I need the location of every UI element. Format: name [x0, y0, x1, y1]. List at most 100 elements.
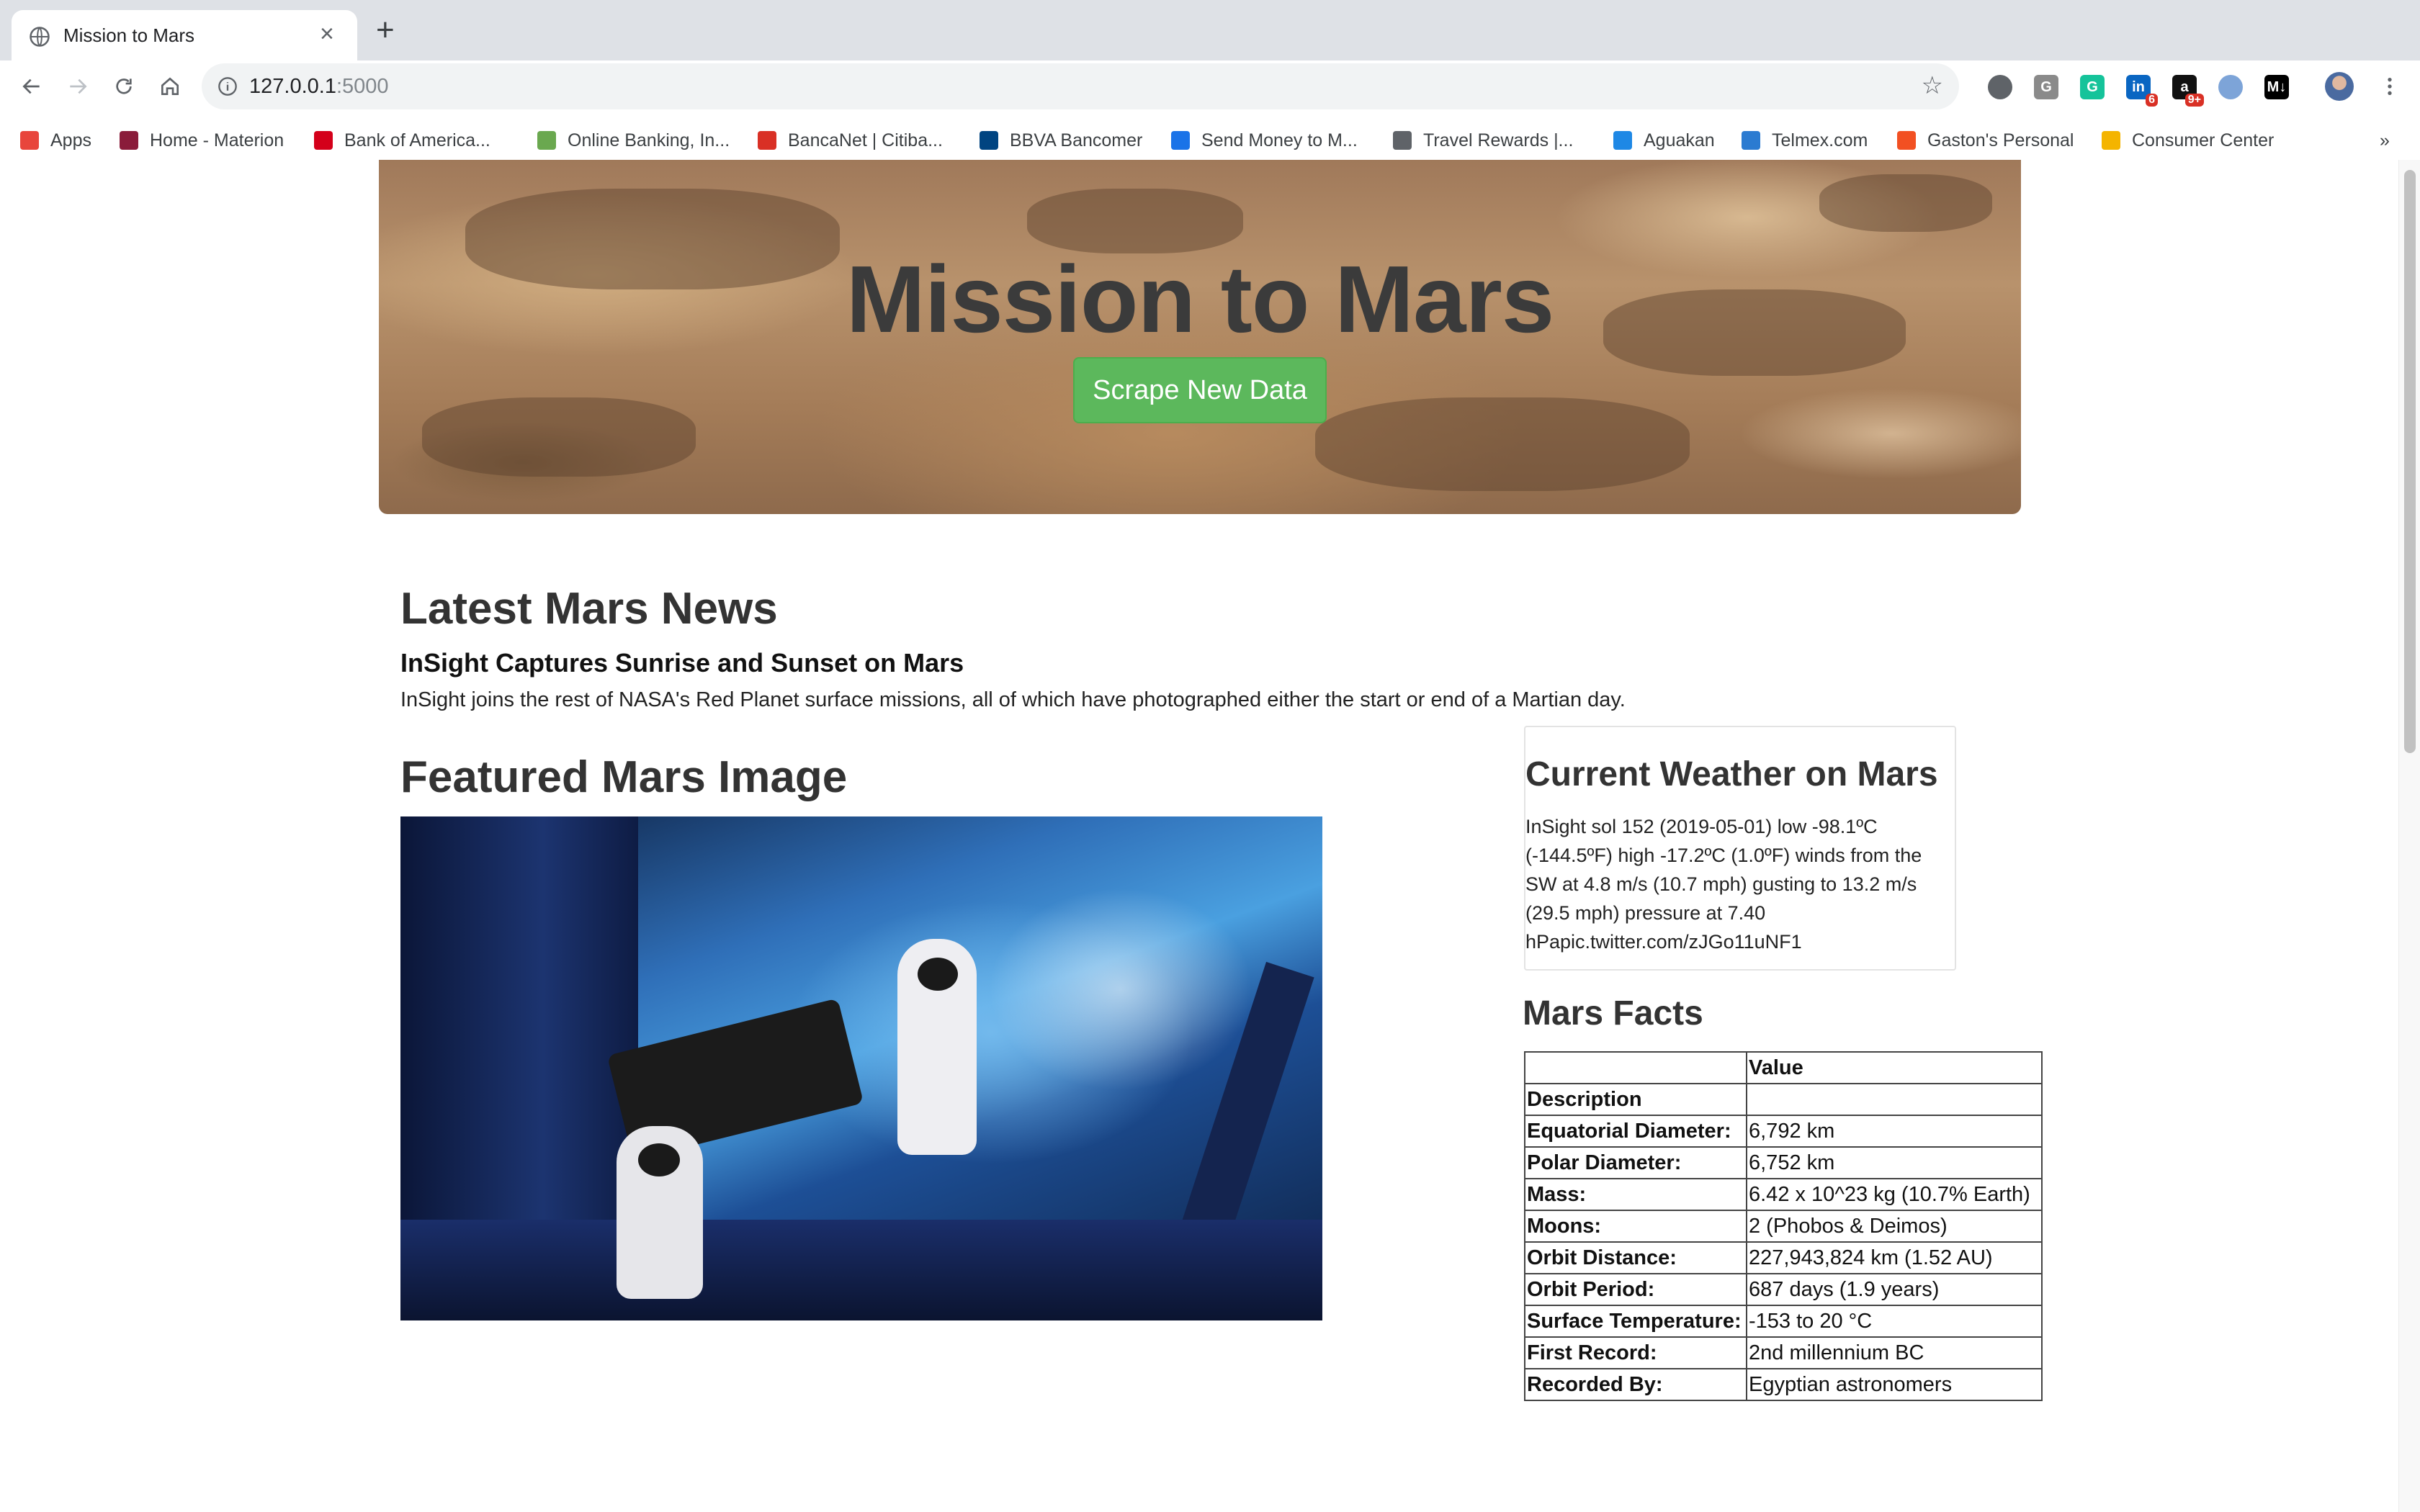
ext-circle-icon[interactable]	[1988, 75, 2012, 99]
fact-value: 687 days (1.9 years)	[1746, 1273, 2043, 1306]
bookmark-label: Home - Materion	[150, 130, 284, 150]
new-tab-icon[interactable]: +	[376, 14, 395, 46]
medium-icon[interactable]: M↓	[2264, 75, 2289, 99]
mars-facts-heading: Mars Facts	[1523, 994, 1703, 1032]
table-header-row: Value	[1524, 1051, 2043, 1084]
page-content: Mission to Mars Scrape New Data Latest M…	[0, 160, 2420, 1512]
table-corner-cell	[1524, 1051, 1747, 1084]
bookmark-label: Apps	[50, 130, 91, 150]
extension-glyph: a	[2180, 78, 2189, 95]
bookmark-item[interactable]: Send Money to M...	[1171, 128, 1358, 153]
scrollbar-thumb[interactable]	[2404, 170, 2416, 753]
fact-label: Orbit Distance:	[1524, 1241, 1747, 1274]
ext-blue-icon[interactable]	[2218, 75, 2243, 99]
table-index-row: Description	[1524, 1083, 2043, 1116]
fact-label: Orbit Period:	[1524, 1273, 1747, 1306]
reload-icon[interactable]	[108, 71, 140, 102]
bookmark-item[interactable]: BancaNet | Citiba...	[758, 128, 943, 153]
tab-mission-to-mars[interactable]: Mission to Mars ×	[12, 10, 357, 60]
bookmark-label: Online Banking, In...	[568, 130, 730, 150]
forward-icon[interactable]	[62, 71, 94, 102]
extension-badge: 9+	[2184, 94, 2204, 107]
bookmark-favicon-icon	[537, 131, 556, 150]
bookmark-item[interactable]: Home - Materion	[120, 128, 284, 153]
fact-label: Equatorial Diameter:	[1524, 1115, 1747, 1148]
fact-label: Recorded By:	[1524, 1368, 1747, 1401]
bookmark-label: Consumer Center	[2132, 130, 2275, 150]
fact-value: -153 to 20 °C	[1746, 1305, 2043, 1338]
bookmark-item[interactable]: Online Banking, In...	[537, 128, 730, 153]
fact-value: 2 (Phobos & Deimos)	[1746, 1210, 2043, 1243]
fact-value: 2nd millennium BC	[1746, 1336, 2043, 1369]
bookmark-favicon-icon	[1897, 131, 1916, 150]
bookmarks-overflow-icon[interactable]: »	[2380, 128, 2390, 153]
bookmark-label: Telmex.com	[1772, 130, 1868, 150]
index-empty-cell	[1746, 1083, 2043, 1116]
bookmark-item[interactable]: Consumer Center	[2102, 128, 2274, 153]
table-row: Polar Diameter: 6,752 km	[1524, 1146, 2043, 1179]
bookmark-label: Aguakan	[1644, 130, 1715, 150]
bookmark-favicon-icon	[2102, 131, 2120, 150]
featured-mars-image	[400, 816, 1322, 1320]
bookmark-favicon-icon	[1742, 131, 1760, 150]
page-title: Mission to Mars	[846, 246, 1554, 352]
bookmark-favicon-icon	[314, 131, 333, 150]
page-scrollbar[interactable]	[2398, 160, 2420, 1512]
extension-glyph: M↓	[2267, 78, 2287, 95]
bookmark-label: Send Money to M...	[1201, 130, 1358, 150]
bookmark-item[interactable]: Gaston's Personal	[1897, 128, 2074, 153]
bookmark-star-icon[interactable]: ☆	[1922, 73, 1943, 98]
fact-value: 227,943,824 km (1.52 AU)	[1746, 1241, 2043, 1274]
fact-label: Moons:	[1524, 1210, 1747, 1243]
bookmark-item[interactable]: BBVA Bancomer	[980, 128, 1142, 153]
bookmark-label: Travel Rewards |...	[1423, 130, 1574, 150]
back-icon[interactable]	[16, 71, 48, 102]
value-column-header: Value	[1746, 1051, 2043, 1084]
extension-glyph: G	[2040, 78, 2052, 95]
amazon-icon[interactable]: a 9+	[2172, 75, 2204, 107]
info-icon[interactable]	[218, 76, 238, 96]
table-row: Mass: 6.42 x 10^23 kg (10.7% Earth)	[1524, 1178, 2043, 1211]
apps-grid-icon	[20, 131, 39, 150]
bookmark-favicon-icon	[758, 131, 776, 150]
profile-avatar[interactable]	[2323, 71, 2355, 102]
fact-label: Surface Temperature:	[1524, 1305, 1747, 1338]
tab-title: Mission to Mars	[63, 24, 195, 46]
table-row: Moons: 2 (Phobos & Deimos)	[1524, 1210, 2043, 1243]
grammarly-icon[interactable]: G	[2080, 75, 2105, 99]
linkedin-icon[interactable]: in 6	[2126, 75, 2158, 107]
bookmark-favicon-icon	[1171, 131, 1190, 150]
fact-value: 6,752 km	[1746, 1146, 2043, 1179]
menu-kebab-icon[interactable]	[2374, 71, 2406, 102]
description-index-label: Description	[1524, 1083, 1747, 1116]
bookmark-item[interactable]: Aguakan	[1613, 128, 1715, 153]
bookmark-item[interactable]: Bank of America...	[314, 128, 490, 153]
jumbotron: Mission to Mars Scrape New Data	[379, 160, 2021, 514]
bookmark-item[interactable]: Apps	[20, 128, 91, 153]
home-icon[interactable]	[154, 71, 186, 102]
bookmark-item[interactable]: Travel Rewards |...	[1393, 128, 1573, 153]
table-row: Orbit Distance: 227,943,824 km (1.52 AU)	[1524, 1241, 2043, 1274]
weather-text: InSight sol 152 (2019-05-01) low -98.1ºC…	[1525, 816, 1922, 953]
table-row: First Record: 2nd millennium BC	[1524, 1336, 2043, 1369]
table-row: Equatorial Diameter: 6,792 km	[1524, 1115, 2043, 1148]
bookmark-label: Gaston's Personal	[1927, 130, 2074, 150]
bookmark-label: BancaNet | Citiba...	[788, 130, 943, 150]
browser-toolbar: 127.0.0.1:5000 ☆ G Gin 6 a 9+ M↓ Apps Home - M…	[0, 60, 2420, 171]
fact-label: Polar Diameter:	[1524, 1146, 1747, 1179]
table-row: Orbit Period: 687 days (1.9 years)	[1524, 1273, 2043, 1306]
news-heading: Latest Mars News	[400, 584, 778, 634]
bookmark-item[interactable]: Telmex.com	[1742, 128, 1868, 153]
address-bar[interactable]: 127.0.0.1:5000 ☆	[202, 63, 1959, 109]
close-tab-icon[interactable]: ×	[320, 22, 334, 46]
scrape-new-data-button[interactable]: Scrape New Data	[1073, 357, 1327, 423]
fact-label: Mass:	[1524, 1178, 1747, 1211]
ext-g-icon[interactable]: G	[2034, 75, 2058, 99]
bookmark-label: BBVA Bancomer	[1010, 130, 1143, 150]
extension-glyph: in	[2132, 78, 2145, 95]
bookmark-favicon-icon	[1613, 131, 1632, 150]
url-text: 127.0.0.1:5000	[249, 75, 389, 99]
mars-facts-table: Value Description Equatorial Diameter: 6,…	[1524, 1051, 2043, 1401]
bookmark-favicon-icon	[120, 131, 138, 150]
bookmark-favicon-icon	[1393, 131, 1412, 150]
